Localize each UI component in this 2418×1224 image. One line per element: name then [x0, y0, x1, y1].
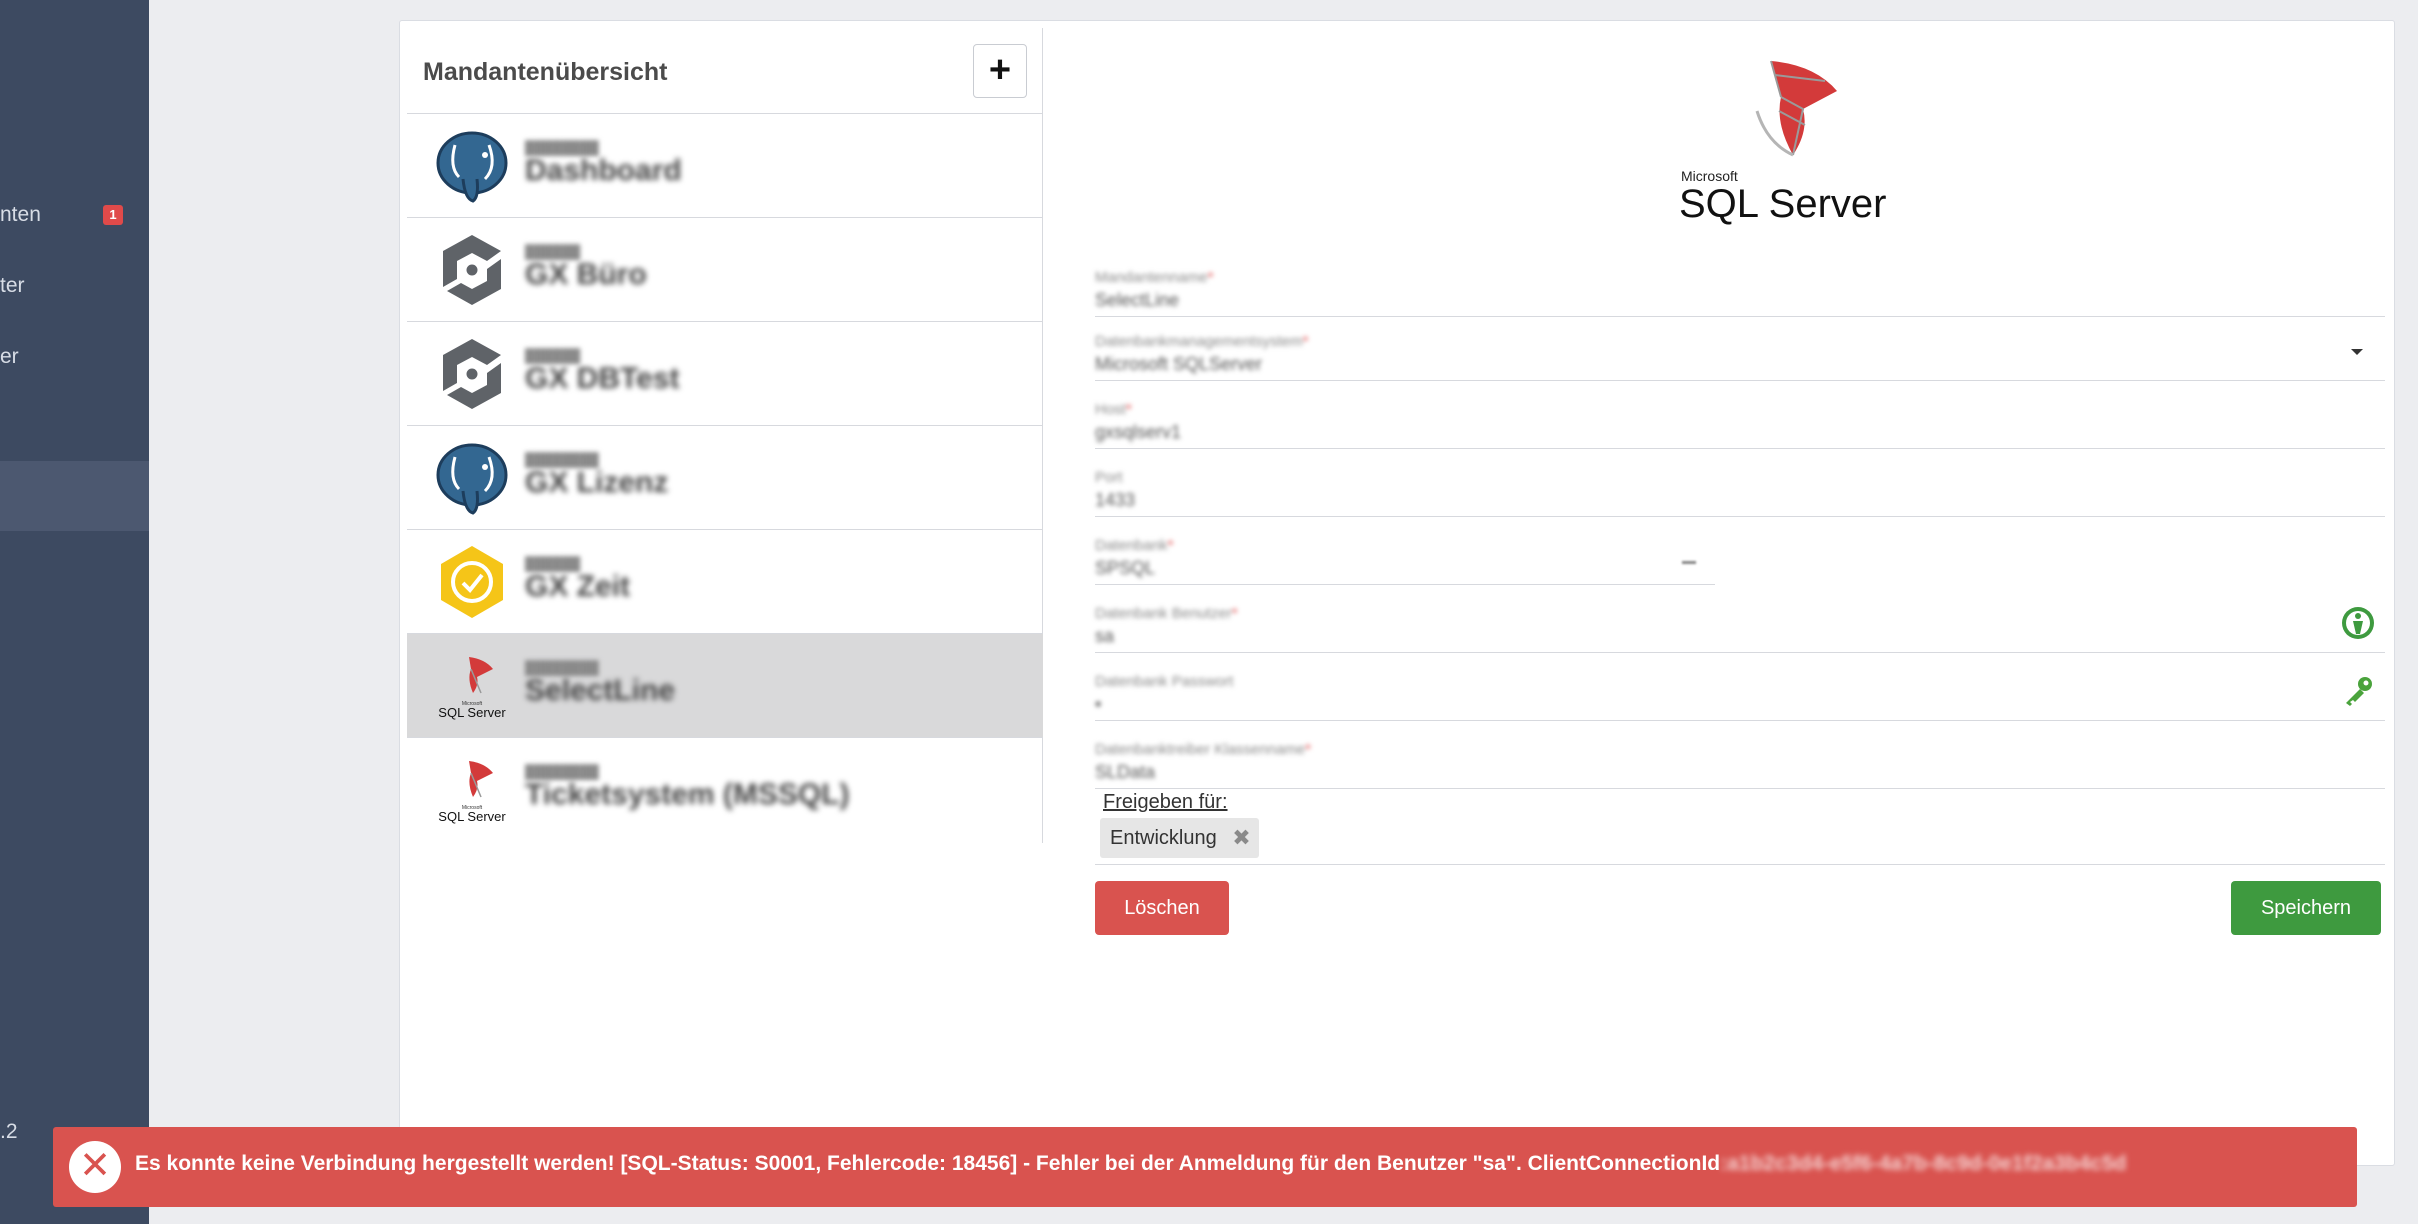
sidebar-item-3[interactable]: er: [0, 337, 149, 377]
notification-badge: 1: [103, 205, 123, 225]
client-type: ██████: [525, 348, 581, 363]
client-name: Dashboard: [525, 154, 682, 187]
sidebar-item-label: ter: [0, 274, 25, 297]
svg-text:SQL Server: SQL Server: [438, 705, 506, 720]
sidebar-item-label: nten: [0, 203, 41, 226]
client-type: ██████: [525, 556, 581, 571]
postgresql-elephant-icon: [436, 131, 508, 203]
list-item[interactable]: ██████ GX Zeit: [407, 530, 1043, 634]
app-version: .2: [0, 1120, 18, 1143]
divider: [1095, 864, 2385, 865]
client-name: SelectLine: [525, 674, 676, 707]
client-name: GX Zeit: [525, 570, 631, 603]
client-type: ████████: [525, 452, 599, 467]
client-type: ████████: [525, 660, 599, 675]
field-value: SLData: [1095, 762, 1156, 782]
field-value: SelectLine: [1095, 290, 1180, 310]
client-name: GX DBTest: [525, 362, 680, 395]
field-value: gxsqlserv1: [1095, 422, 1182, 442]
sidebar: nten 1 ter er .2: [0, 0, 149, 1224]
list-header: Mandantenübersicht +: [407, 28, 1043, 114]
list-item[interactable]: ████████ Dashboard: [407, 114, 1043, 218]
db-user-field[interactable]: Datenbank Benutzer* sa: [1095, 593, 2385, 653]
sidebar-item-clients[interactable]: nten 1: [0, 195, 149, 235]
key-icon[interactable]: [2341, 674, 2375, 708]
list-item[interactable]: ██████ GX DBTest: [407, 322, 1043, 426]
sql-server-icon: Microsoft SQL Server: [438, 761, 506, 824]
driver-classname-field[interactable]: Datenbanktreiber Klassenname* SLData: [1095, 729, 2385, 789]
client-card: Mandantenübersicht + ████████ Dashboard …: [399, 20, 2395, 1166]
close-circle-icon[interactable]: ✕: [69, 1141, 121, 1193]
sidebar-item-label: er: [0, 345, 19, 368]
share-tag: Entwicklung ✖: [1100, 818, 1259, 858]
list-item-selected[interactable]: Microsoft SQL Server ████████ SelectLine: [407, 634, 1043, 738]
share-label[interactable]: Freigeben für:: [1103, 791, 1228, 814]
user-info-icon[interactable]: [2341, 606, 2375, 640]
field-label: Datenbanktreiber Klassenname*: [1095, 741, 1311, 758]
logo-brand: SQL Server: [1679, 182, 1886, 226]
field-value: SPSQL: [1095, 558, 1156, 578]
field-value: sa: [1095, 626, 1115, 646]
postgresql-elephant-icon: [436, 443, 508, 515]
field-label: Mandantenname*: [1095, 269, 1214, 286]
save-button[interactable]: Speichern: [2231, 881, 2381, 935]
client-type: ████████: [525, 764, 599, 779]
error-toast: ✕ Es konnte keine Verbindung hergestellt…: [53, 1127, 2357, 1207]
database-field[interactable]: Datenbank* SPSQL: [1095, 525, 1715, 585]
field-label: Datenbank*: [1095, 537, 1174, 554]
dbms-select[interactable]: Datenbankmanagementsystem* Microsoft SQL…: [1095, 321, 2385, 381]
client-form: Microsoft SQL Server Mandantenname* Sele…: [1095, 21, 2385, 1021]
client-name: GX Lizenz: [525, 466, 669, 499]
chevron-down-icon[interactable]: [2351, 349, 2363, 355]
remove-tag-icon[interactable]: ✖: [1232, 818, 1250, 858]
client-name: Ticketsystem (MSSQL): [525, 778, 850, 811]
field-label: Host*: [1095, 401, 1132, 418]
field-value: •: [1095, 694, 1102, 714]
delete-button[interactable]: Löschen: [1095, 881, 1229, 935]
list-item[interactable]: ████████ GX Lizenz: [407, 426, 1043, 530]
client-name-field[interactable]: Mandantenname* SelectLine: [1095, 257, 2385, 317]
list-item[interactable]: ██████ GX Büro: [407, 218, 1043, 322]
client-name: GX Büro: [525, 258, 647, 291]
db-password-field[interactable]: Datenbank Passwort •: [1095, 661, 2385, 721]
sidebar-item-active[interactable]: [0, 461, 149, 531]
database-dash: [1682, 561, 1696, 564]
field-label: Datenbankmanagementsystem*: [1095, 333, 1309, 350]
tag-label: Entwicklung: [1110, 827, 1217, 849]
client-type: ████████: [525, 140, 599, 155]
gx-logo-icon: [443, 339, 501, 409]
error-message: Es konnte keine Verbindung hergestellt w…: [135, 1152, 2127, 1175]
svg-text:SQL Server: SQL Server: [438, 809, 506, 824]
clock-hexagon-icon: [441, 546, 503, 618]
field-value: Microsoft SQLServer: [1095, 354, 1263, 374]
field-label: Datenbank Benutzer*: [1095, 605, 1238, 622]
page-title: Mandantenübersicht: [423, 58, 668, 86]
redacted-id: :a1b2c3d4-e5f6-4a7b-8c9d-0e1f2a3b4c5d: [1720, 1152, 2127, 1175]
list-item[interactable]: Microsoft SQL Server ████████ Ticketsyst…: [407, 738, 1043, 842]
sidebar-item-2[interactable]: ter: [0, 266, 149, 306]
sql-server-logo: Microsoft SQL Server: [1679, 60, 1886, 226]
field-label: Datenbank Passwort: [1095, 673, 1234, 690]
client-type: ██████: [525, 244, 581, 259]
host-field[interactable]: Host* gxsqlserv1: [1095, 389, 2385, 449]
sql-server-icon: Microsoft SQL Server: [438, 657, 506, 720]
field-value: 1433: [1095, 490, 1136, 510]
field-label: Port: [1095, 469, 1123, 486]
client-list-panel: Mandantenübersicht + ████████ Dashboard …: [407, 28, 1043, 843]
gx-logo-icon: [443, 235, 501, 305]
add-client-button[interactable]: +: [973, 44, 1027, 98]
port-field[interactable]: Port 1433: [1095, 457, 2385, 517]
